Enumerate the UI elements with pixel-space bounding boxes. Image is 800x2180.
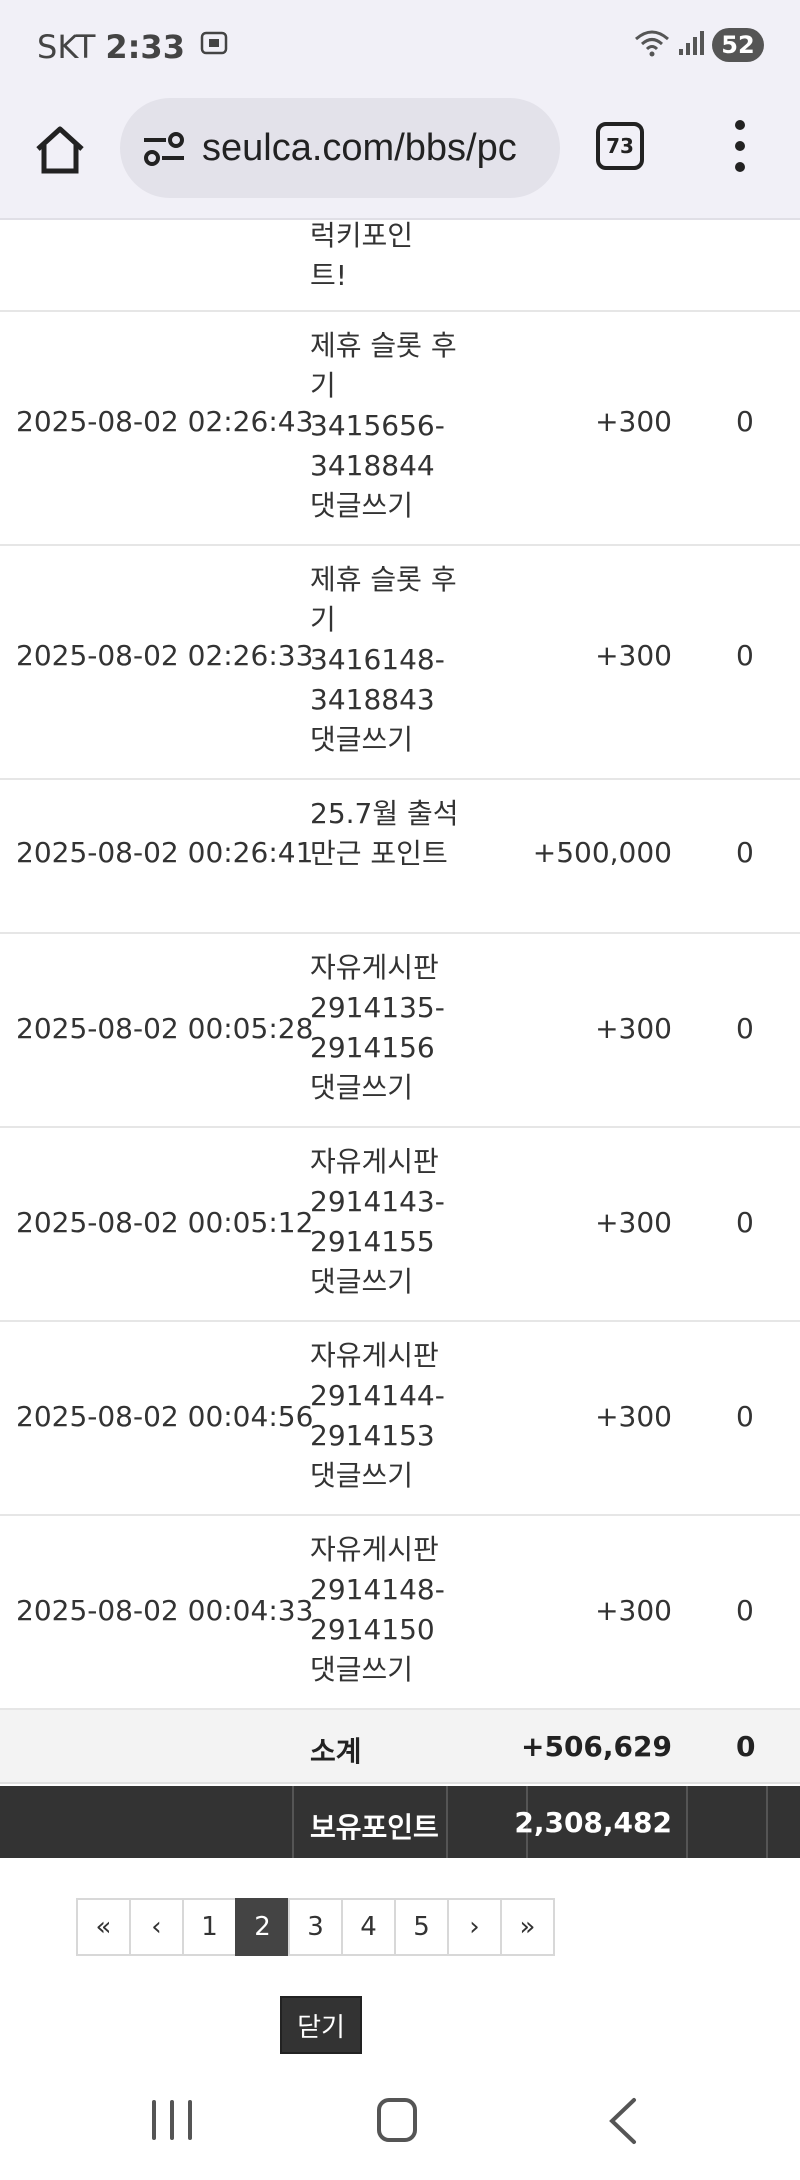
point-history-table: 럭키포인트! 2025-08-02 02:26:43 제휴 슬롯 후기 34156… bbox=[0, 219, 800, 1858]
home-button[interactable] bbox=[30, 120, 90, 180]
row-description: 자유게시판 2914143-2914155 댓글쓰기 bbox=[310, 1145, 445, 1298]
close-button[interactable]: 닫기 bbox=[280, 1996, 362, 2054]
page-2-button[interactable]: 2 bbox=[235, 1898, 290, 1956]
total-label: 보유포인트 bbox=[310, 1811, 439, 1844]
row-points: +300 bbox=[595, 639, 672, 672]
home-nav-icon[interactable] bbox=[377, 2098, 417, 2142]
row-used: 0 bbox=[736, 1206, 754, 1239]
row-points: +300 bbox=[595, 1400, 672, 1433]
address-bar[interactable]: seulca.com/bbs/pc bbox=[120, 98, 560, 198]
screenshot-icon bbox=[199, 28, 229, 66]
row-used: 0 bbox=[736, 1400, 754, 1433]
row-description: 자유게시판 2914144-2914153 댓글쓰기 bbox=[310, 1339, 445, 1492]
page-1-button[interactable]: 1 bbox=[182, 1898, 237, 1956]
table-row: 2025-08-02 02:26:33 제휴 슬롯 후기 3416148-3418… bbox=[0, 546, 800, 780]
row-description: 25.7월 출석 만근 포인트 bbox=[310, 797, 459, 870]
row-date: 2025-08-02 02:26:33 bbox=[16, 639, 314, 672]
table-row: 2025-08-02 00:05:12 자유게시판 2914143-2914155… bbox=[0, 1128, 800, 1322]
next-page-button[interactable]: › bbox=[447, 1898, 502, 1956]
recent-apps-icon[interactable] bbox=[152, 2100, 192, 2140]
page-4-button[interactable]: 4 bbox=[341, 1898, 396, 1956]
back-icon[interactable] bbox=[604, 2096, 644, 2146]
row-description: 제휴 슬롯 후기 3416148-3418843 댓글쓰기 bbox=[310, 563, 457, 756]
row-date: 2025-08-02 00:04:33 bbox=[16, 1594, 314, 1627]
prev-page-button[interactable]: ‹ bbox=[129, 1898, 184, 1956]
home-icon bbox=[36, 126, 84, 174]
row-description: 자유게시판 2914148-2914150 댓글쓰기 bbox=[310, 1533, 445, 1686]
site-settings-icon[interactable] bbox=[142, 128, 186, 168]
more-menu-icon[interactable] bbox=[722, 116, 758, 176]
status-left: SKT 2:33 bbox=[37, 28, 229, 66]
row-description: 럭키포인트! bbox=[310, 219, 414, 292]
row-used: 0 bbox=[736, 405, 754, 438]
row-date: 2025-08-02 00:04:56 bbox=[16, 1400, 314, 1433]
row-points: +300 bbox=[595, 1206, 672, 1239]
tab-switcher-button[interactable]: 73 bbox=[596, 122, 644, 170]
table-row: 2025-08-02 02:26:43 제휴 슬롯 후기 3415656-3418… bbox=[0, 312, 800, 546]
page-3-button[interactable]: 3 bbox=[288, 1898, 343, 1956]
clock: 2:33 bbox=[105, 28, 185, 66]
signal-icon bbox=[678, 29, 704, 61]
row-points: +300 bbox=[595, 405, 672, 438]
row-date: 2025-08-02 00:05:28 bbox=[16, 1012, 314, 1045]
wifi-icon bbox=[634, 29, 670, 61]
page-5-button[interactable]: 5 bbox=[394, 1898, 449, 1956]
row-used: 0 bbox=[736, 639, 754, 672]
row-date: 2025-08-02 00:26:41 bbox=[16, 836, 314, 869]
pagination: « ‹ 1 2 3 4 5 › » bbox=[76, 1898, 555, 1956]
row-used: 0 bbox=[736, 1012, 754, 1045]
system-nav-bar bbox=[0, 2090, 800, 2180]
row-points: +500,000 bbox=[532, 836, 672, 869]
total-points-row: 보유포인트 2,308,482 bbox=[0, 1786, 800, 1858]
browser-toolbar: seulca.com/bbs/pc 73 bbox=[0, 92, 800, 220]
status-bar: SKT 2:33 52 bbox=[0, 0, 800, 92]
first-page-button[interactable]: « bbox=[76, 1898, 131, 1956]
subtotal-label: 소계 bbox=[310, 1735, 362, 1768]
battery-indicator: 52 bbox=[712, 28, 764, 62]
row-points: +300 bbox=[595, 1012, 672, 1045]
subtotal-used: 0 bbox=[736, 1730, 756, 1763]
status-right: 52 bbox=[634, 28, 764, 62]
row-used: 0 bbox=[736, 836, 754, 869]
url-text: seulca.com/bbs/pc bbox=[202, 126, 517, 169]
row-date: 2025-08-02 00:05:12 bbox=[16, 1206, 314, 1239]
table-row: 럭키포인트! bbox=[0, 219, 800, 312]
subtotal-row: 소계 +506,629 0 bbox=[0, 1710, 800, 1784]
carrier-label: SKT bbox=[37, 28, 96, 66]
table-row: 2025-08-02 00:26:41 25.7월 출석 만근 포인트 +500,0… bbox=[0, 780, 800, 934]
last-page-button[interactable]: » bbox=[500, 1898, 555, 1956]
row-points: +300 bbox=[595, 1594, 672, 1627]
row-description: 자유게시판 2914135-2914156 댓글쓰기 bbox=[310, 951, 445, 1104]
table-row: 2025-08-02 00:04:33 자유게시판 2914148-2914150… bbox=[0, 1516, 800, 1710]
total-points: 2,308,482 bbox=[514, 1806, 672, 1839]
row-date: 2025-08-02 02:26:43 bbox=[16, 405, 314, 438]
row-description: 제휴 슬롯 후기 3415656-3418844 댓글쓰기 bbox=[310, 329, 457, 522]
subtotal-points: +506,629 bbox=[521, 1730, 672, 1763]
table-row: 2025-08-02 00:04:56 자유게시판 2914144-2914153… bbox=[0, 1322, 800, 1516]
table-row: 2025-08-02 00:05:28 자유게시판 2914135-2914156… bbox=[0, 934, 800, 1128]
row-used: 0 bbox=[736, 1594, 754, 1627]
